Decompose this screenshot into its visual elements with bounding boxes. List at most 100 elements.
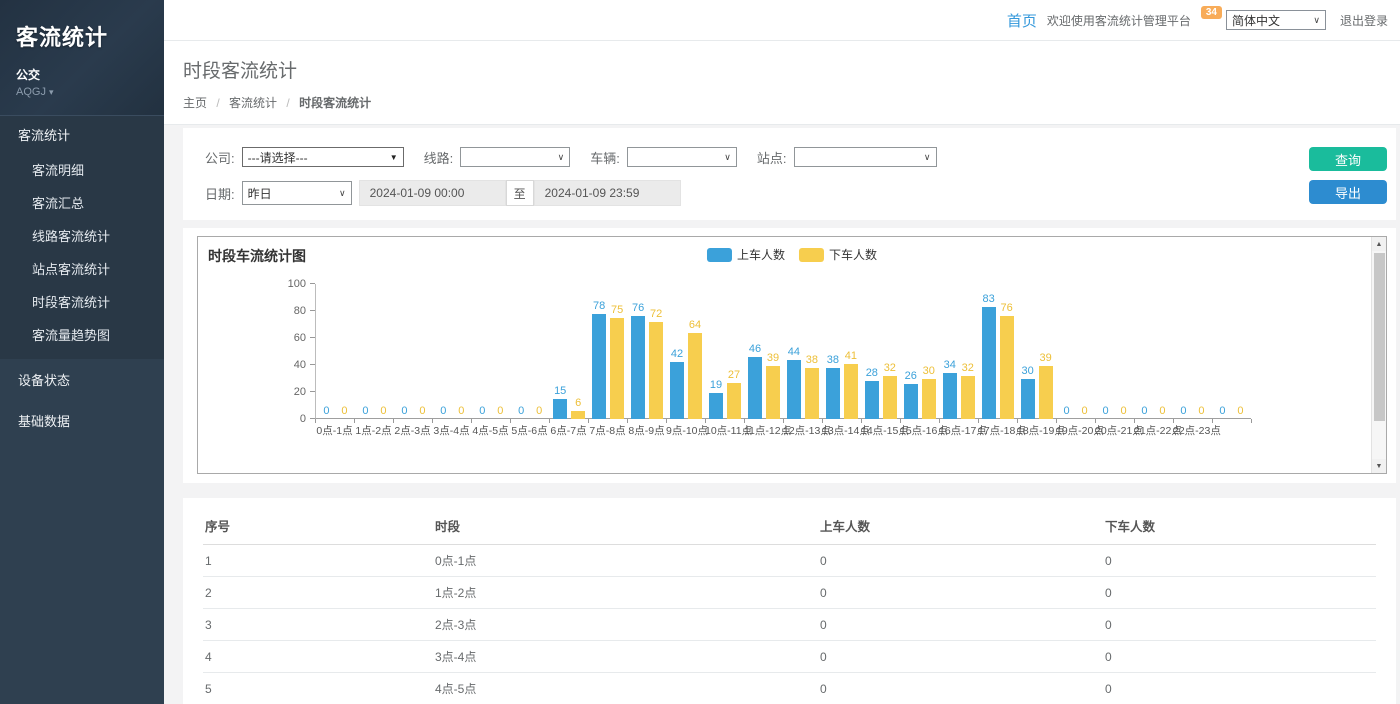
table-cell: 0 (818, 609, 1103, 641)
sidebar-subitem[interactable]: 线路客流统计 (0, 219, 164, 252)
bar-slot: 27 (727, 284, 741, 419)
bar-alighting: 72 (649, 322, 663, 419)
x-axis-labels: 0点-1点1点-2点2点-3点3点-4点4点-5点5点-6点6点-7点7点-8点… (315, 423, 1251, 438)
bar-value-label: 83 (983, 293, 995, 305)
x-axis-label: 19点-20点 (1056, 423, 1095, 438)
x-axis-label: 6点-7点 (549, 423, 588, 438)
sidebar-nav: 客流统计 客流明细客流汇总线路客流统计站点客流统计时段客流统计客流量趋势图 设备… (0, 115, 164, 441)
table-panel: 序号时段上车人数下车人数 10点-1点0021点-2点0032点-3点0043点… (183, 498, 1396, 704)
date-start-input[interactable]: 2024-01-09 00:00 (359, 180, 506, 206)
breadcrumb: 主页 / 客流统计 / 时段客流统计 (183, 94, 1380, 111)
breadcrumb-separator: / (286, 96, 289, 110)
bar-value-label: 0 (479, 405, 485, 417)
bar-alighting: 32 (883, 376, 897, 419)
sidebar-subitem[interactable]: 客流明细 (0, 153, 164, 186)
export-button[interactable]: 导出 (1309, 180, 1387, 204)
vehicle-select[interactable]: ∨ (627, 147, 737, 167)
org-code-dropdown[interactable]: AQGJ ▾ (16, 86, 148, 98)
sidebar-subitem[interactable]: 时段客流统计 (0, 285, 164, 318)
table-cell: 4 (203, 641, 433, 673)
sidebar-subitem[interactable]: 客流汇总 (0, 186, 164, 219)
chart-category-cell: 3039 (1017, 284, 1056, 419)
table-body: 10点-1点0021点-2点0032点-3点0043点-4点0054点-5点00… (203, 545, 1376, 704)
bar-slot: 19 (709, 284, 723, 419)
chart-category-cell: 3841 (822, 284, 861, 419)
x-axis-label: 18点-19点 (1017, 423, 1056, 438)
notification-badge[interactable]: 34 (1201, 6, 1222, 19)
bar-slot: 15 (553, 284, 567, 419)
bar-value-label: 0 (1141, 405, 1147, 417)
y-axis-label: 100 (288, 278, 306, 290)
bar-value-label: 75 (611, 304, 623, 316)
bar-slot: 39 (1039, 284, 1053, 419)
bar-slot: 0 (1215, 284, 1229, 419)
sidebar-extra-items: 设备状态基础数据 (0, 359, 164, 441)
x-axis-label: 7点-8点 (588, 423, 627, 438)
bar-value-label: 30 (923, 365, 935, 377)
scrollbar-down-arrow[interactable]: ▼ (1372, 459, 1386, 473)
station-label: 站点: (757, 148, 787, 167)
filter-row-2: 日期: 昨日 ∨ 2024-01-09 00:00 至 2024-01-09 2… (205, 180, 1299, 206)
company-select[interactable]: ---请选择--- ▼ (242, 147, 404, 167)
x-axis-label: 3点-4点 (432, 423, 471, 438)
chart-category-cell: 00 (355, 284, 394, 419)
bar-value-label: 0 (440, 405, 446, 417)
sidebar-item-passenger-stats[interactable]: 客流统计 (0, 116, 164, 153)
breadcrumb-current: 时段客流统计 (299, 96, 371, 110)
breadcrumb-home[interactable]: 主页 (183, 96, 207, 110)
language-select[interactable]: 简体中文 ∨ (1226, 10, 1326, 30)
filter-panel: 公司: ---请选择--- ▼ 线路: ∨ 车辆: ∨ (183, 128, 1396, 220)
org-code-label: AQGJ (16, 86, 46, 98)
bar-alighting: 64 (688, 333, 702, 419)
x-axis-label: 2点-3点 (393, 423, 432, 438)
bar-boarding: 44 (787, 360, 801, 419)
y-axis-label: 0 (300, 413, 306, 425)
bar-boarding: 19 (709, 393, 723, 419)
scrollbar-up-arrow[interactable]: ▲ (1372, 237, 1386, 251)
x-axis-label: 4点-5点 (471, 423, 510, 438)
query-button[interactable]: 查询 (1309, 147, 1387, 171)
date-end-input[interactable]: 2024-01-09 23:59 (534, 180, 681, 206)
bar-slot: 0 (1117, 284, 1131, 419)
home-link[interactable]: 首页 (1007, 10, 1037, 31)
line-select[interactable]: ∨ (460, 147, 570, 167)
sidebar-subitem[interactable]: 站点客流统计 (0, 252, 164, 285)
chart-category-cell: 8376 (978, 284, 1017, 419)
sidebar-item[interactable]: 基础数据 (0, 400, 164, 441)
x-axis-label: 17点-18点 (978, 423, 1017, 438)
bar-value-label: 27 (728, 369, 740, 381)
station-select[interactable]: ∨ (794, 147, 937, 167)
chevron-down-icon: ∨ (339, 188, 346, 199)
x-axis-label: 20点-21点 (1095, 423, 1134, 438)
chart-category-cell: 00 (511, 284, 550, 419)
table-cell: 1点-2点 (433, 577, 818, 609)
date-range-separator: 至 (506, 180, 534, 206)
chart-box: 时段车流统计图 上车人数下车人数 020406080100 0000000000… (197, 236, 1387, 474)
chart-vertical-scrollbar[interactable]: ▲ ▼ (1371, 237, 1386, 473)
bar-value-label: 41 (845, 350, 857, 362)
bar-slot: 0 (1155, 284, 1169, 419)
bar-value-label: 46 (749, 343, 761, 355)
table-cell: 5 (203, 673, 433, 704)
bar-value-label: 0 (1180, 405, 1186, 417)
breadcrumb-parent[interactable]: 客流统计 (229, 96, 277, 110)
date-preset-select[interactable]: 昨日 ∨ (242, 181, 352, 205)
bar-value-label: 78 (593, 300, 605, 312)
bar-value-label: 0 (536, 405, 542, 417)
table-cell: 0 (1103, 545, 1376, 577)
sidebar-logo-area: 客流统计 公交 AQGJ ▾ (0, 0, 164, 115)
bar-slot: 46 (748, 284, 762, 419)
sidebar-subitem[interactable]: 客流量趋势图 (0, 318, 164, 351)
bar-slot: 0 (397, 284, 411, 419)
table-header-cell: 下车人数 (1103, 508, 1376, 545)
table-cell: 4点-5点 (433, 673, 818, 704)
bar-value-label: 0 (362, 405, 368, 417)
sidebar-item[interactable]: 设备状态 (0, 359, 164, 400)
legend-item[interactable]: 下车人数 (799, 246, 877, 263)
y-axis-tick (310, 391, 315, 392)
logout-link[interactable]: 退出登录 (1340, 12, 1388, 29)
app-title: 客流统计 (16, 20, 148, 52)
chart-category-cell: 00 (472, 284, 511, 419)
legend-item[interactable]: 上车人数 (707, 246, 785, 263)
scrollbar-thumb[interactable] (1374, 253, 1385, 421)
